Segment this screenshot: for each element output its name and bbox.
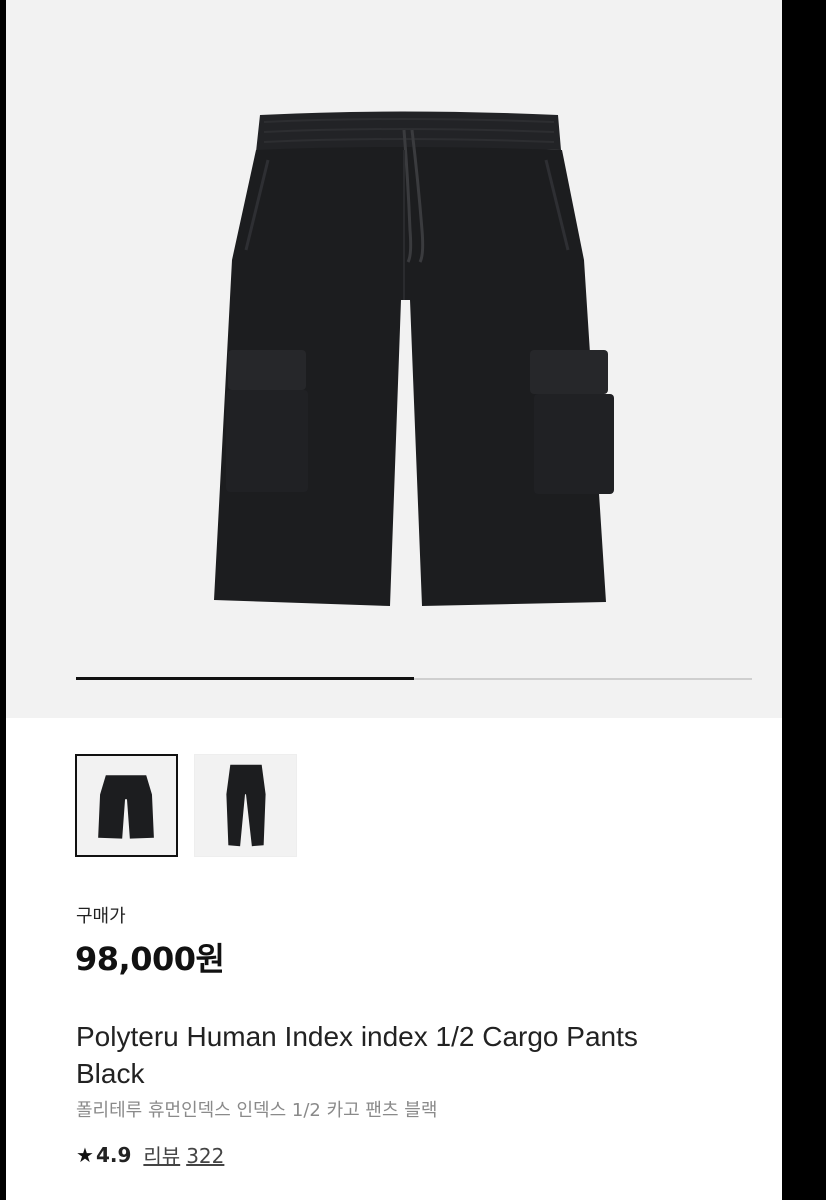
price-label: 구매가 <box>76 906 126 927</box>
star-icon: ★ <box>76 1142 94 1167</box>
review-count: 322 <box>186 1144 225 1168</box>
review-label: 리뷰 <box>143 1144 181 1168</box>
rating-row: ★ 4.9 리뷰 322 <box>76 1140 230 1169</box>
price-value: 98,000원 <box>75 940 225 978</box>
thumbnail-strip <box>75 754 297 857</box>
product-page: 구매가 98,000원 Polyteru Human Index index 1… <box>0 0 826 1200</box>
product-title-korean: 폴리테루 휴먼인덱스 인덱스 1/2 카고 팬츠 블랙 <box>76 1100 438 1121</box>
cargo-shorts-image <box>214 111 614 606</box>
thumbnail-long-pants[interactable] <box>194 754 297 857</box>
cargo-shorts-thumbnail-image <box>98 775 154 839</box>
long-pants-thumbnail-image <box>226 764 266 847</box>
thumbnail-cargo-shorts[interactable] <box>75 754 178 857</box>
carousel-progress-track <box>76 677 752 680</box>
product-title-english: Polyteru Human Index index 1/2 Cargo Pan… <box>76 1021 638 1089</box>
rating-value: 4.9 <box>95 1142 132 1167</box>
review-link[interactable]: 리뷰 322 <box>143 1140 230 1169</box>
product-image-carousel[interactable] <box>6 0 782 718</box>
carousel-progress-fill <box>76 677 414 680</box>
right-edge <box>782 0 826 1200</box>
